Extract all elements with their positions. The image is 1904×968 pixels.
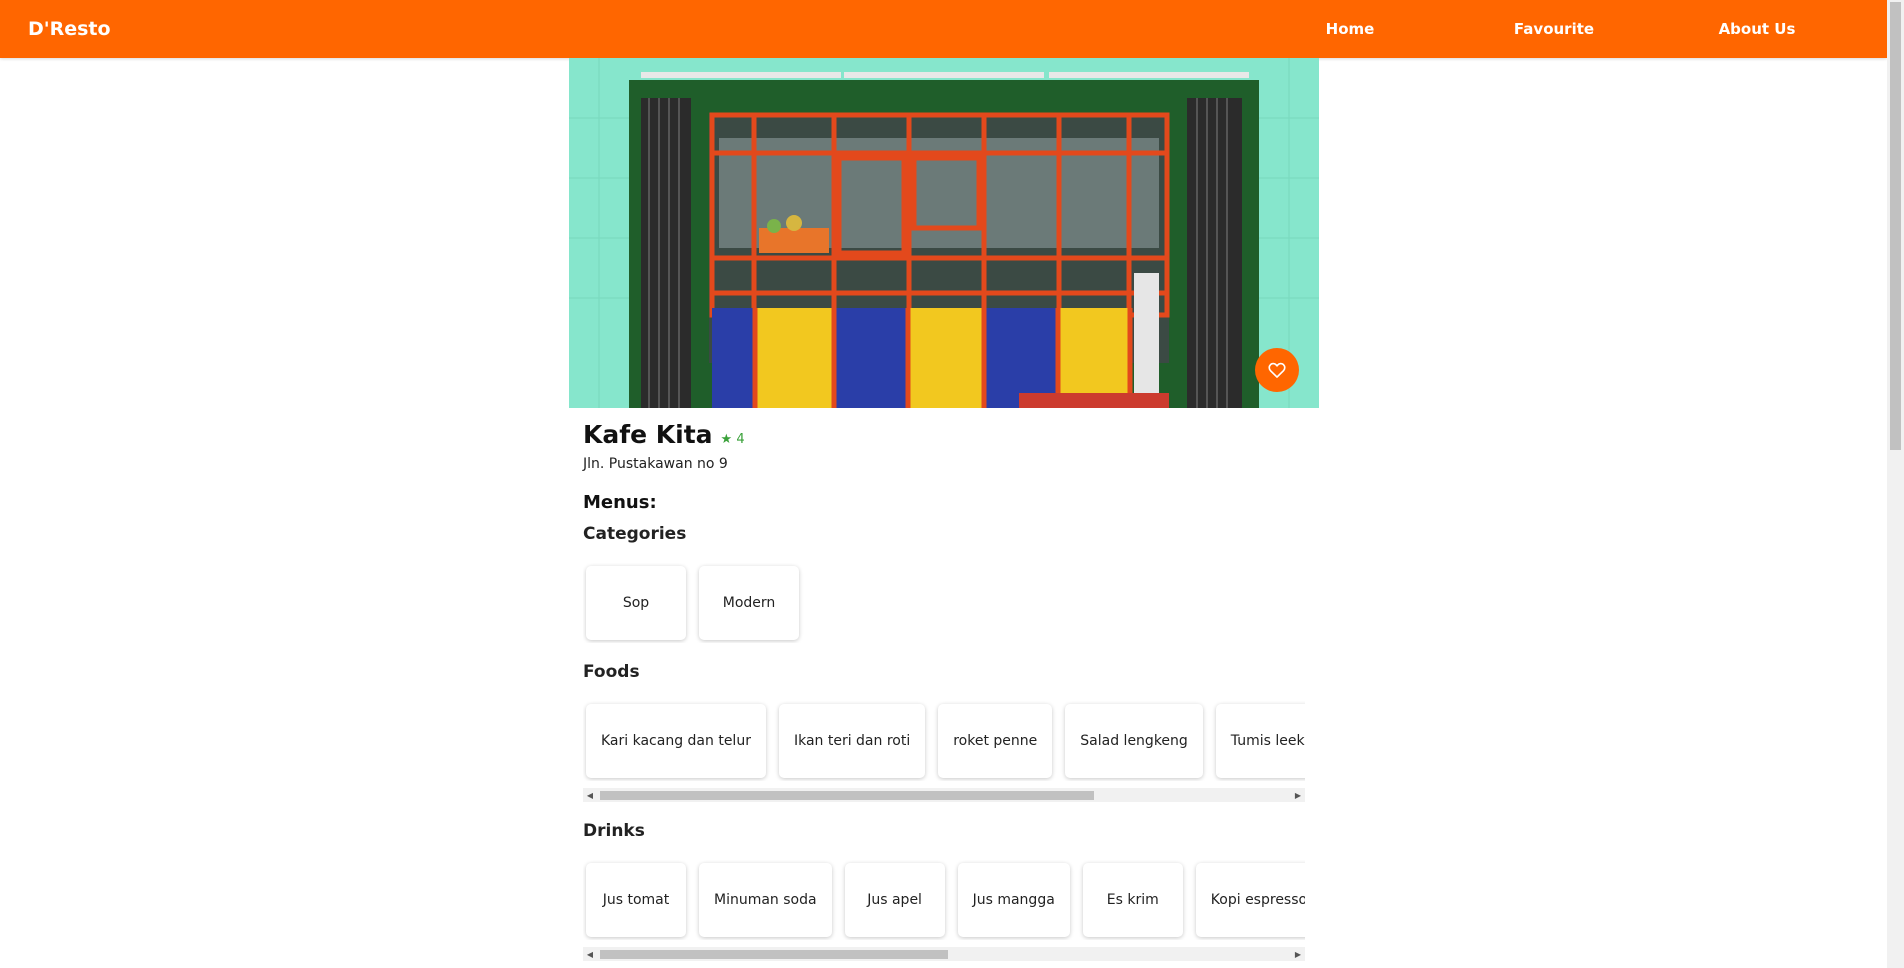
restaurant-image <box>569 58 1319 408</box>
foods-title: Foods <box>583 662 640 682</box>
scroll-left-arrow-icon[interactable]: ◀ <box>583 788 597 802</box>
brand-logo[interactable]: D'Resto <box>28 0 111 58</box>
food-card: Tumis leek <box>1215 704 1305 778</box>
menus-title: Menus: <box>583 492 657 513</box>
scroll-right-arrow-icon[interactable]: ▶ <box>1291 947 1305 961</box>
heart-outline-icon <box>1268 362 1286 378</box>
scroll-left-arrow-icon[interactable]: ◀ <box>583 947 597 961</box>
page-scrollbar-thumb[interactable] <box>1890 2 1901 450</box>
categories-list: Sop Modern <box>583 563 1305 643</box>
restaurant-detail: Kafe Kita ★ 4 Jln. Pustakawan no 9 Menus… <box>583 420 1305 961</box>
foods-list: Kari kacang dan telur Ikan teri dan roti… <box>583 701 1305 781</box>
drink-card: Es krim <box>1082 863 1183 937</box>
page-scrollbar[interactable] <box>1887 0 1904 968</box>
drink-card: Jus apel <box>844 863 945 937</box>
nav-home-link[interactable]: Home <box>1270 0 1430 58</box>
drinks-list: Jus tomat Minuman soda Jus apel Jus mang… <box>583 860 1305 940</box>
category-card: Modern <box>699 566 799 640</box>
title-row: Kafe Kita ★ 4 <box>583 420 1305 456</box>
restaurant-rating: ★ 4 <box>720 432 745 447</box>
foods-scrollbar-thumb[interactable] <box>600 791 1094 800</box>
scroll-right-arrow-icon[interactable]: ▶ <box>1291 788 1305 802</box>
restaurant-address: Jln. Pustakawan no 9 <box>583 456 728 472</box>
food-card: Salad lengkeng <box>1065 704 1203 778</box>
categories-title: Categories <box>583 524 687 544</box>
food-card: roket penne <box>938 704 1053 778</box>
drink-card: Minuman soda <box>699 863 832 937</box>
app-bar: D'Resto Home Favourite About Us <box>0 0 1887 58</box>
drinks-title: Drinks <box>583 821 645 841</box>
drink-card: Kopi espresso <box>1195 863 1305 937</box>
nav-favourite-link[interactable]: Favourite <box>1474 0 1634 58</box>
category-card: Sop <box>586 566 686 640</box>
favourite-button[interactable] <box>1255 348 1299 392</box>
foods-scrollbar[interactable]: ◀ ▶ <box>583 788 1305 802</box>
drinks-scrollbar[interactable]: ◀ ▶ <box>583 947 1305 961</box>
drinks-scrollbar-thumb[interactable] <box>600 950 948 959</box>
food-card: Ikan teri dan roti <box>778 704 926 778</box>
drink-card: Jus tomat <box>586 863 686 937</box>
drink-card: Jus mangga <box>957 863 1070 937</box>
restaurant-name: Kafe Kita <box>583 420 713 449</box>
nav-about-link[interactable]: About Us <box>1677 0 1837 58</box>
food-card: Kari kacang dan telur <box>586 704 766 778</box>
